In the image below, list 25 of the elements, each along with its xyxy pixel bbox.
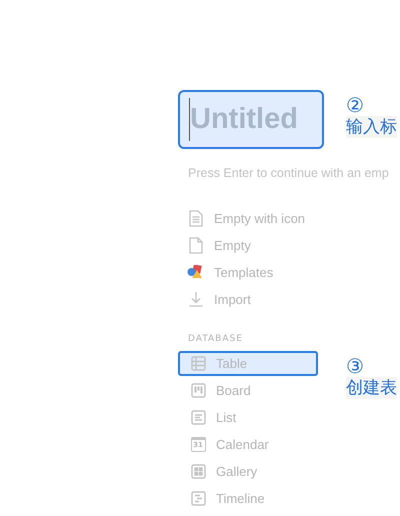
menu-item[interactable]: Templates <box>214 262 274 282</box>
timeline-icon <box>190 491 206 506</box>
download-icon <box>188 291 204 308</box>
step-number: ② <box>346 94 365 116</box>
database-option[interactable]: Table <box>178 351 318 376</box>
board-icon <box>190 383 206 398</box>
gallery-icon <box>190 464 206 480</box>
annotation-text: 输入标 <box>346 116 397 138</box>
list-icon <box>190 410 206 426</box>
shapes-icon <box>187 265 205 280</box>
database-option[interactable]: Timeline <box>178 486 318 512</box>
section-heading: DATABASE <box>188 332 244 346</box>
document-icon <box>189 236 203 254</box>
database-option[interactable]: List <box>178 405 318 430</box>
title-field[interactable]: Untitled <box>178 90 324 149</box>
menu-item[interactable]: Empty <box>214 236 251 255</box>
database-option[interactable]: Gallery <box>178 459 318 484</box>
document-icon <box>189 210 203 227</box>
annotation-text: 创建表 <box>346 377 397 400</box>
menu-item[interactable]: Import <box>214 290 251 309</box>
database-option[interactable]: Board <box>178 378 318 404</box>
hint-text: Press Enter to continue with an emp <box>188 165 390 182</box>
table-icon <box>190 356 206 372</box>
menu-item[interactable]: Empty with icon <box>214 208 306 228</box>
step-number: ③ <box>346 355 365 378</box>
